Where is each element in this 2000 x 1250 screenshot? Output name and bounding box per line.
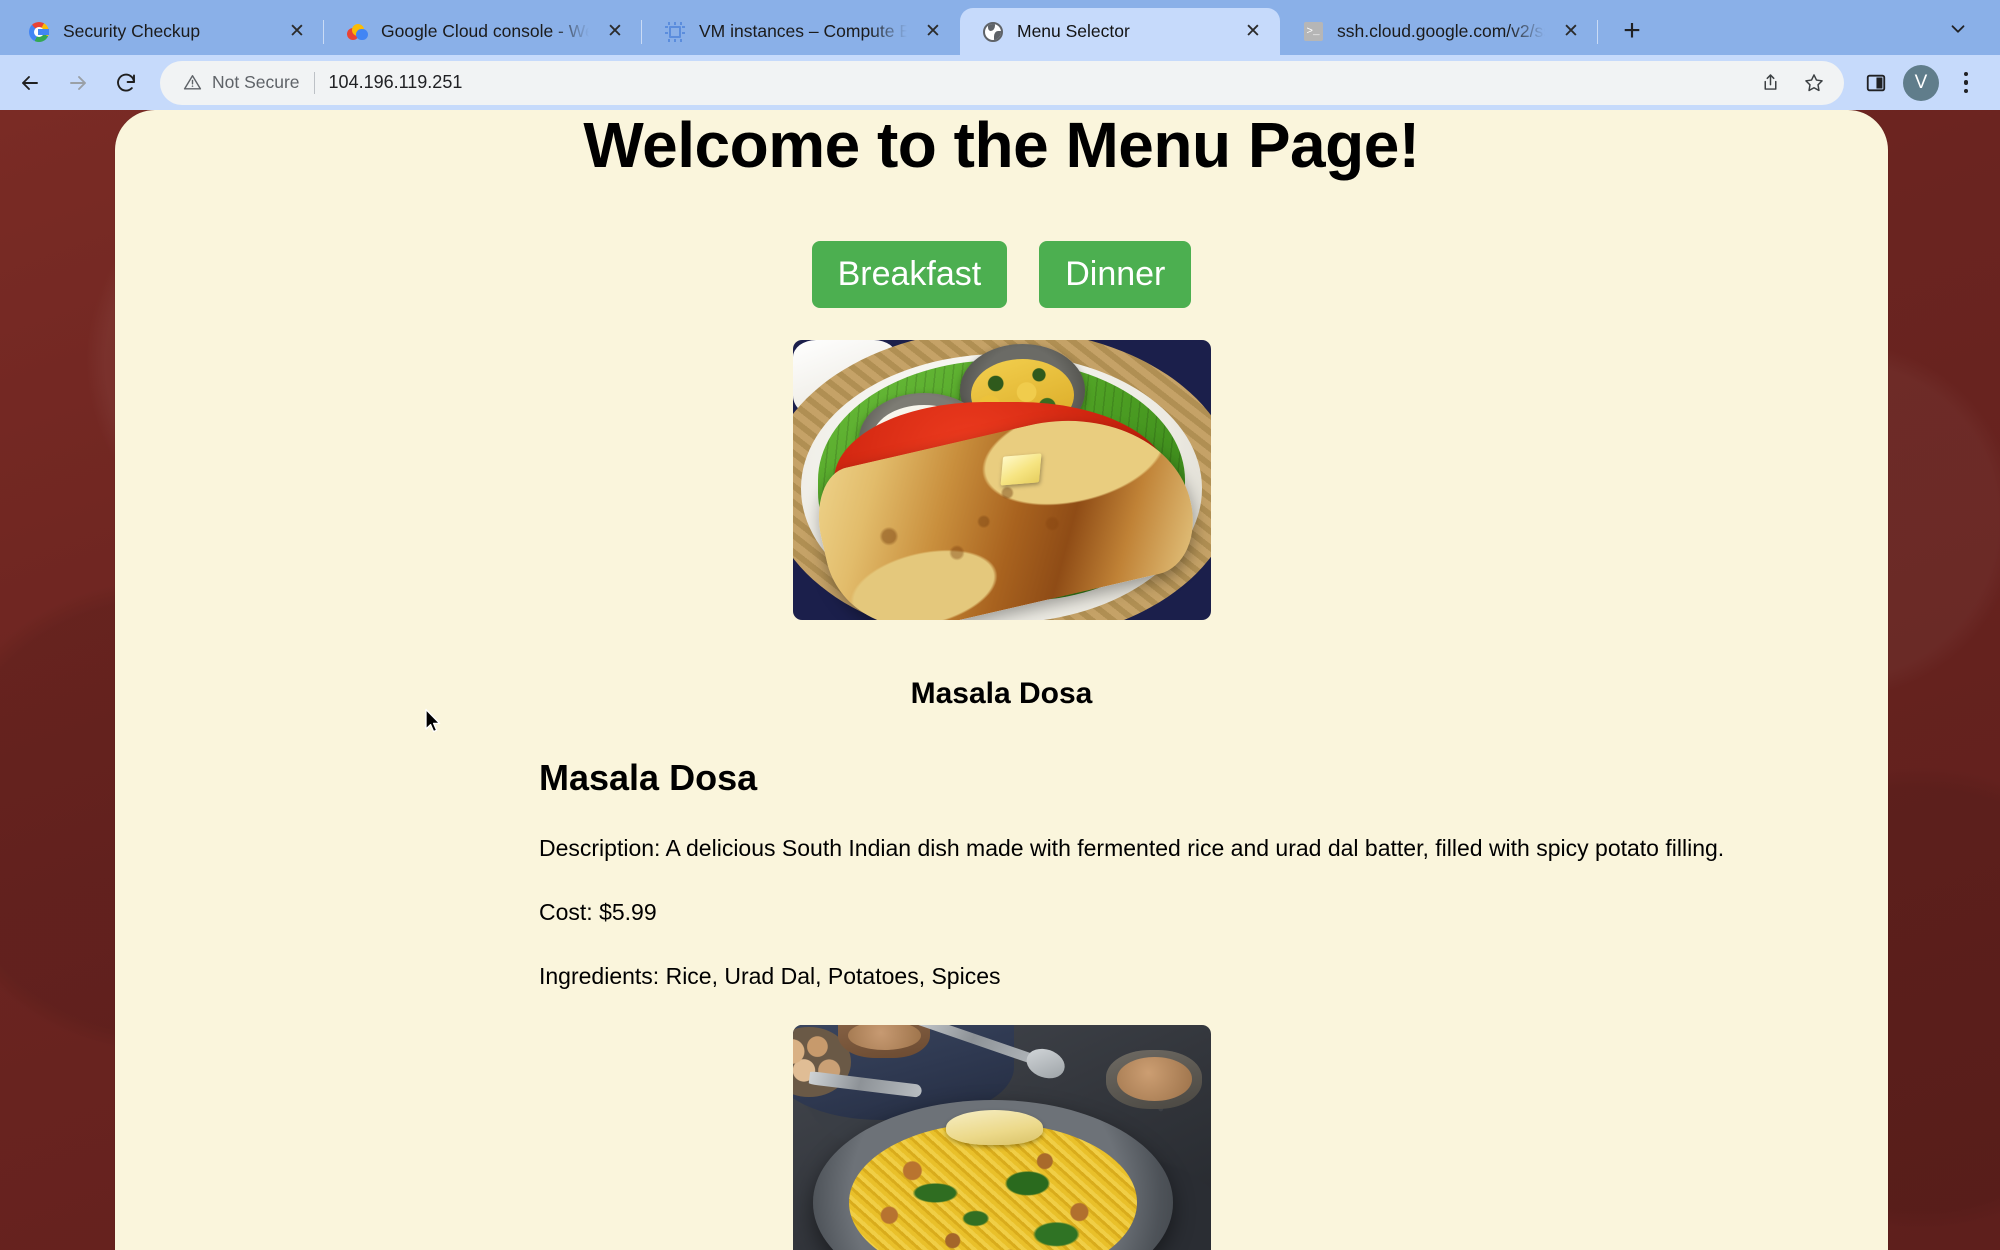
tab-strip: Security Checkup ✕ Google Cloud console … xyxy=(0,0,2000,55)
tab-title: Google Cloud console - Web U xyxy=(381,21,589,41)
dish-heading: Masala Dosa xyxy=(539,757,758,799)
forward-arrow-icon[interactable] xyxy=(56,61,100,105)
tab-close-button[interactable]: ✕ xyxy=(1558,19,1584,45)
tab-title: VM instances – Compute Engi xyxy=(699,21,907,41)
browser-tab-vm-instances[interactable]: VM instances – Compute Engi ✕ xyxy=(642,8,960,55)
side-panel-icon[interactable] xyxy=(1856,63,1896,103)
tab-close-button[interactable]: ✕ xyxy=(1240,19,1266,45)
dinner-button[interactable]: Dinner xyxy=(1039,241,1192,309)
page-title: Welcome to the Menu Page! xyxy=(583,110,1420,181)
url-text: 104.196.119.251 xyxy=(328,72,463,92)
dish-card-poha: COOK WITH MANALI Poha xyxy=(115,1024,1888,1250)
browser-tab-menu-selector[interactable]: Menu Selector ✕ xyxy=(960,8,1280,55)
dish-cost: Cost: $5.99 xyxy=(539,899,657,926)
avatar[interactable]: V xyxy=(1903,64,1939,101)
dish-details-masala-dosa: Masala Dosa Description: A delicious Sou… xyxy=(115,757,1888,990)
tab-search-chevron-down-icon[interactable] xyxy=(1938,9,1978,49)
tab-title: Menu Selector xyxy=(1017,21,1130,41)
dish-image-poha: COOK WITH MANALI xyxy=(792,1024,1211,1250)
new-tab-button[interactable]: + xyxy=(1612,11,1652,51)
breakfast-button[interactable]: Breakfast xyxy=(811,241,1008,309)
dish-description: Description: A delicious South Indian di… xyxy=(539,835,1725,862)
menu-content-card: Welcome to the Menu Page! Breakfast Dinn… xyxy=(115,110,1888,1250)
browser-window: Security Checkup ✕ Google Cloud console … xyxy=(0,0,2000,1250)
browser-tab-ssh-cloud-google[interactable]: >_ ssh.cloud.google.com/v2/ssh/ ✕ xyxy=(1280,8,1598,55)
share-icon[interactable] xyxy=(1750,63,1790,103)
tab-title: ssh.cloud.google.com/v2/ssh/ xyxy=(1337,21,1545,41)
google-g-icon xyxy=(28,21,50,43)
tab-close-button[interactable]: ✕ xyxy=(602,19,628,45)
ssh-terminal-icon: >_ xyxy=(1302,21,1324,43)
browser-menu-kebab-icon[interactable] xyxy=(1946,63,1986,103)
star-icon[interactable] xyxy=(1794,63,1834,103)
not-secure-warning-icon[interactable] xyxy=(182,73,202,93)
reload-icon[interactable] xyxy=(104,61,148,105)
browser-toolbar: Not Secure 104.196.119.251 V xyxy=(0,55,2000,110)
compute-engine-icon xyxy=(664,21,686,43)
address-bar[interactable]: Not Secure 104.196.119.251 xyxy=(160,60,1844,105)
dish-ingredients: Ingredients: Rice, Urad Dal, Potatoes, S… xyxy=(539,962,1001,989)
browser-tab-security-checkup[interactable]: Security Checkup ✕ xyxy=(6,8,324,55)
tab-close-button[interactable]: ✕ xyxy=(920,19,946,45)
browser-tab-google-cloud-console[interactable]: Google Cloud console - Web U ✕ xyxy=(324,8,642,55)
globe-icon xyxy=(982,21,1004,43)
tab-title: Security Checkup xyxy=(63,21,201,41)
page-viewport: Welcome to the Menu Page! Breakfast Dinn… xyxy=(0,110,2000,1250)
tab-close-button[interactable]: ✕ xyxy=(284,19,310,45)
omnibox-divider xyxy=(313,71,315,94)
dish-caption: Masala Dosa xyxy=(910,677,1093,711)
category-button-row: Breakfast Dinner xyxy=(115,241,1888,309)
back-arrow-icon[interactable] xyxy=(8,61,52,105)
menu-page: Welcome to the Menu Page! Breakfast Dinn… xyxy=(115,110,1888,1250)
security-status-text: Not Secure xyxy=(212,72,300,92)
google-cloud-icon xyxy=(346,21,368,43)
dish-image-masala-dosa xyxy=(792,340,1211,621)
omnibox-actions xyxy=(1750,63,1834,103)
toolbar-right-actions: V xyxy=(1856,63,1986,103)
dish-card-masala-dosa: Masala Dosa Masala Dosa Description: A d… xyxy=(115,340,1888,990)
